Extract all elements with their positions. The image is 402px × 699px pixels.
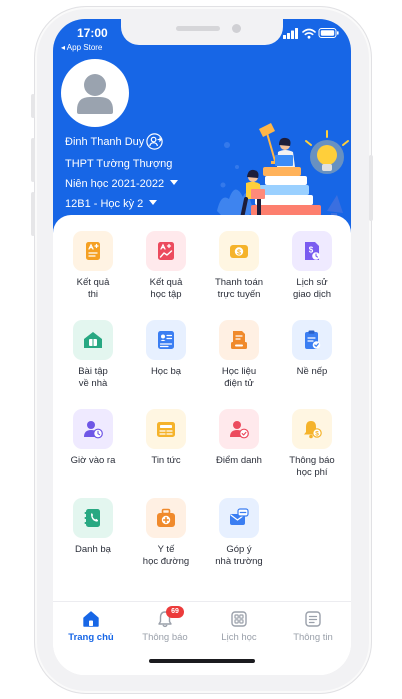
- homework-icon: [73, 320, 113, 360]
- menu-homework[interactable]: Bài tập về nhà: [58, 320, 128, 390]
- e-learning-icon: [219, 320, 259, 360]
- menu-label: Học bạ: [150, 366, 182, 377]
- feedback-icon: [219, 498, 259, 538]
- front-camera: [232, 24, 241, 33]
- menu-label: Học liệu điện tử: [221, 366, 257, 389]
- menu-feedback[interactable]: Góp ý nhà trường: [204, 498, 274, 568]
- bottom-tab-bar: Trang chủ 69 Thông báo Lịch học Thông ti…: [53, 601, 351, 675]
- svg-text:$: $: [237, 249, 241, 256]
- discipline-icon: [292, 320, 332, 360]
- menu-label: Nề nếp: [296, 366, 328, 377]
- menu-contacts[interactable]: Danh bạ: [58, 498, 128, 556]
- app-screen: 17:00 ◂ App Store Đinh Thanh Duy THPT Tư…: [53, 19, 351, 675]
- home-icon: [82, 610, 100, 628]
- menu-online-payment[interactable]: $ Thanh toán trực tuyến: [204, 231, 274, 301]
- tuition-notice-icon: $: [292, 409, 332, 449]
- volume-up-button: [31, 138, 35, 182]
- info-icon: [304, 610, 322, 628]
- schedule-icon: [230, 610, 248, 628]
- class-term-selector[interactable]: 12B1 - Học kỳ 2: [65, 198, 158, 210]
- tab-label: Thông báo: [142, 632, 188, 643]
- menu-label: Lịch sử giao dịch: [292, 277, 332, 300]
- menu-label: Bài tập về nhà: [78, 366, 108, 389]
- svg-text:$: $: [315, 431, 319, 438]
- menu-label: Góp ý nhà trường: [215, 544, 263, 567]
- tab-label: Trang chủ: [68, 632, 114, 643]
- status-icons: [283, 28, 339, 39]
- profile-header: 17:00 ◂ App Store Đinh Thanh Duy THPT Tư…: [53, 19, 351, 233]
- contacts-icon: [73, 498, 113, 538]
- attendance-icon: [219, 409, 259, 449]
- menu-news[interactable]: Tin tức: [131, 409, 201, 467]
- school-health-icon: [146, 498, 186, 538]
- menu-label: Tin tức: [151, 455, 181, 466]
- avatar[interactable]: [61, 59, 129, 127]
- menu-label: Danh bạ: [75, 544, 111, 555]
- exam-result-icon: [73, 231, 113, 271]
- menu-label: Thanh toán trực tuyến: [214, 277, 264, 300]
- volume-down-button: [31, 192, 35, 236]
- report-card-icon: [146, 320, 186, 360]
- menu-discipline[interactable]: Nề nếp: [277, 320, 347, 378]
- menu-label: Thông báo học phí: [289, 455, 335, 478]
- switch-account-icon[interactable]: [146, 133, 163, 150]
- menu-label: Kết quả học tập: [149, 277, 183, 300]
- tab-label: Lịch học: [221, 632, 257, 643]
- tab-home[interactable]: Trang chủ: [54, 610, 128, 643]
- class-term-label: 12B1 - Học kỳ 2: [65, 198, 144, 210]
- menu-e-learning[interactable]: Học liệu điện tử: [204, 320, 274, 390]
- menu-tuition-notice[interactable]: $ Thông báo học phí: [277, 409, 347, 479]
- power-button: [369, 155, 373, 221]
- mute-switch: [31, 94, 35, 118]
- tab-notifications[interactable]: 69 Thông báo: [128, 606, 202, 643]
- menu-label: Y tế học đường: [142, 544, 190, 567]
- news-icon: [146, 409, 186, 449]
- user-silhouette-icon: [77, 74, 113, 114]
- menu-label: Giờ vào ra: [70, 455, 116, 466]
- menu-check-in-time[interactable]: Giờ vào ra: [58, 409, 128, 467]
- menu-attendance[interactable]: Điểm danh: [204, 409, 274, 467]
- wifi-icon: [302, 28, 316, 36]
- menu-school-health[interactable]: Y tế học đường: [131, 498, 201, 568]
- notch: [121, 19, 283, 45]
- menu-label: Kết quả thi: [76, 277, 110, 300]
- transaction-history-icon: $: [292, 231, 332, 271]
- school-name: THPT Tường Thượng: [65, 158, 173, 170]
- menu-transaction-history[interactable]: $ Lịch sử giao dịch: [277, 231, 347, 301]
- signal-icon: [283, 28, 298, 39]
- tab-label: Thông tin: [293, 632, 333, 643]
- speaker: [176, 26, 220, 31]
- bell-icon: 69: [156, 606, 184, 628]
- menu-study-results[interactable]: Kết quả học tập: [131, 231, 201, 301]
- svg-text:$: $: [309, 246, 314, 255]
- school-year-label: Niên học 2021-2022: [65, 178, 165, 190]
- status-time: 17:00: [77, 26, 108, 40]
- home-indicator[interactable]: [149, 659, 255, 663]
- user-name: Đinh Thanh Duy: [65, 136, 145, 148]
- menu-report-card[interactable]: Học bạ: [131, 320, 201, 378]
- menu-label: Điểm danh: [216, 455, 262, 466]
- tab-info[interactable]: Thông tin: [276, 610, 350, 643]
- study-result-icon: [146, 231, 186, 271]
- menu-exam-results[interactable]: Kết quả thi: [58, 231, 128, 301]
- chevron-down-icon: [170, 180, 179, 185]
- battery-icon: [318, 28, 339, 38]
- back-to-app-store[interactable]: ◂ App Store: [61, 43, 102, 52]
- tab-schedule[interactable]: Lịch học: [202, 610, 276, 643]
- notification-count-badge: 69: [166, 606, 184, 618]
- online-payment-icon: $: [219, 231, 259, 271]
- chevron-down-icon: [149, 200, 158, 205]
- school-year-selector[interactable]: Niên học 2021-2022: [65, 178, 179, 190]
- check-in-time-icon: [73, 409, 113, 449]
